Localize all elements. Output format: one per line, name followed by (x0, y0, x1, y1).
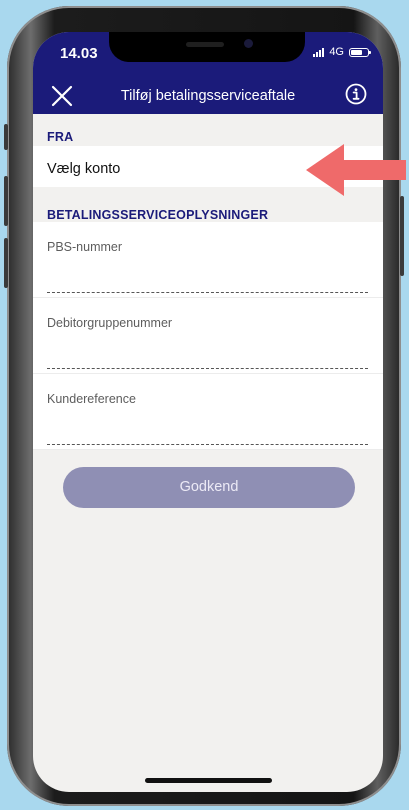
battery-icon (349, 47, 371, 57)
debtor-group-number-input[interactable] (47, 348, 368, 369)
debtor-group-number-field: Debitorgruppenummer (33, 298, 383, 374)
nav-bar: Tilføj betalingsserviceaftale (33, 78, 383, 114)
volume-down-button (4, 238, 8, 288)
signal-icon (313, 47, 325, 57)
mute-switch (4, 124, 8, 150)
network-label: 4G (329, 46, 344, 58)
customer-reference-input[interactable] (47, 424, 368, 445)
red-arrow-pointer-icon (306, 144, 406, 196)
notch (109, 32, 305, 62)
status-indicators: 4G (313, 46, 371, 58)
field-label: PBS-nummer (47, 240, 123, 254)
section-header-details: BETALINGSSERVICEOPLYSNINGER (47, 208, 269, 222)
customer-reference-field: Kundereference (33, 374, 383, 450)
info-icon[interactable] (345, 83, 367, 105)
status-time: 14.03 (60, 45, 98, 62)
home-indicator (145, 778, 272, 783)
field-label: Kundereference (47, 392, 136, 406)
section-header-from: FRA (47, 130, 74, 144)
approve-button[interactable]: Godkend (63, 467, 355, 508)
field-label: Debitorgruppenummer (47, 316, 173, 330)
pbs-number-field: PBS-nummer (33, 222, 383, 298)
volume-up-button (4, 176, 8, 226)
power-button (400, 196, 404, 276)
status-bar: 14.03 4G (33, 32, 383, 78)
front-camera (244, 39, 253, 48)
speaker (186, 42, 224, 47)
page-title: Tilføj betalingsserviceaftale (120, 88, 296, 104)
pbs-number-input[interactable] (47, 272, 368, 293)
